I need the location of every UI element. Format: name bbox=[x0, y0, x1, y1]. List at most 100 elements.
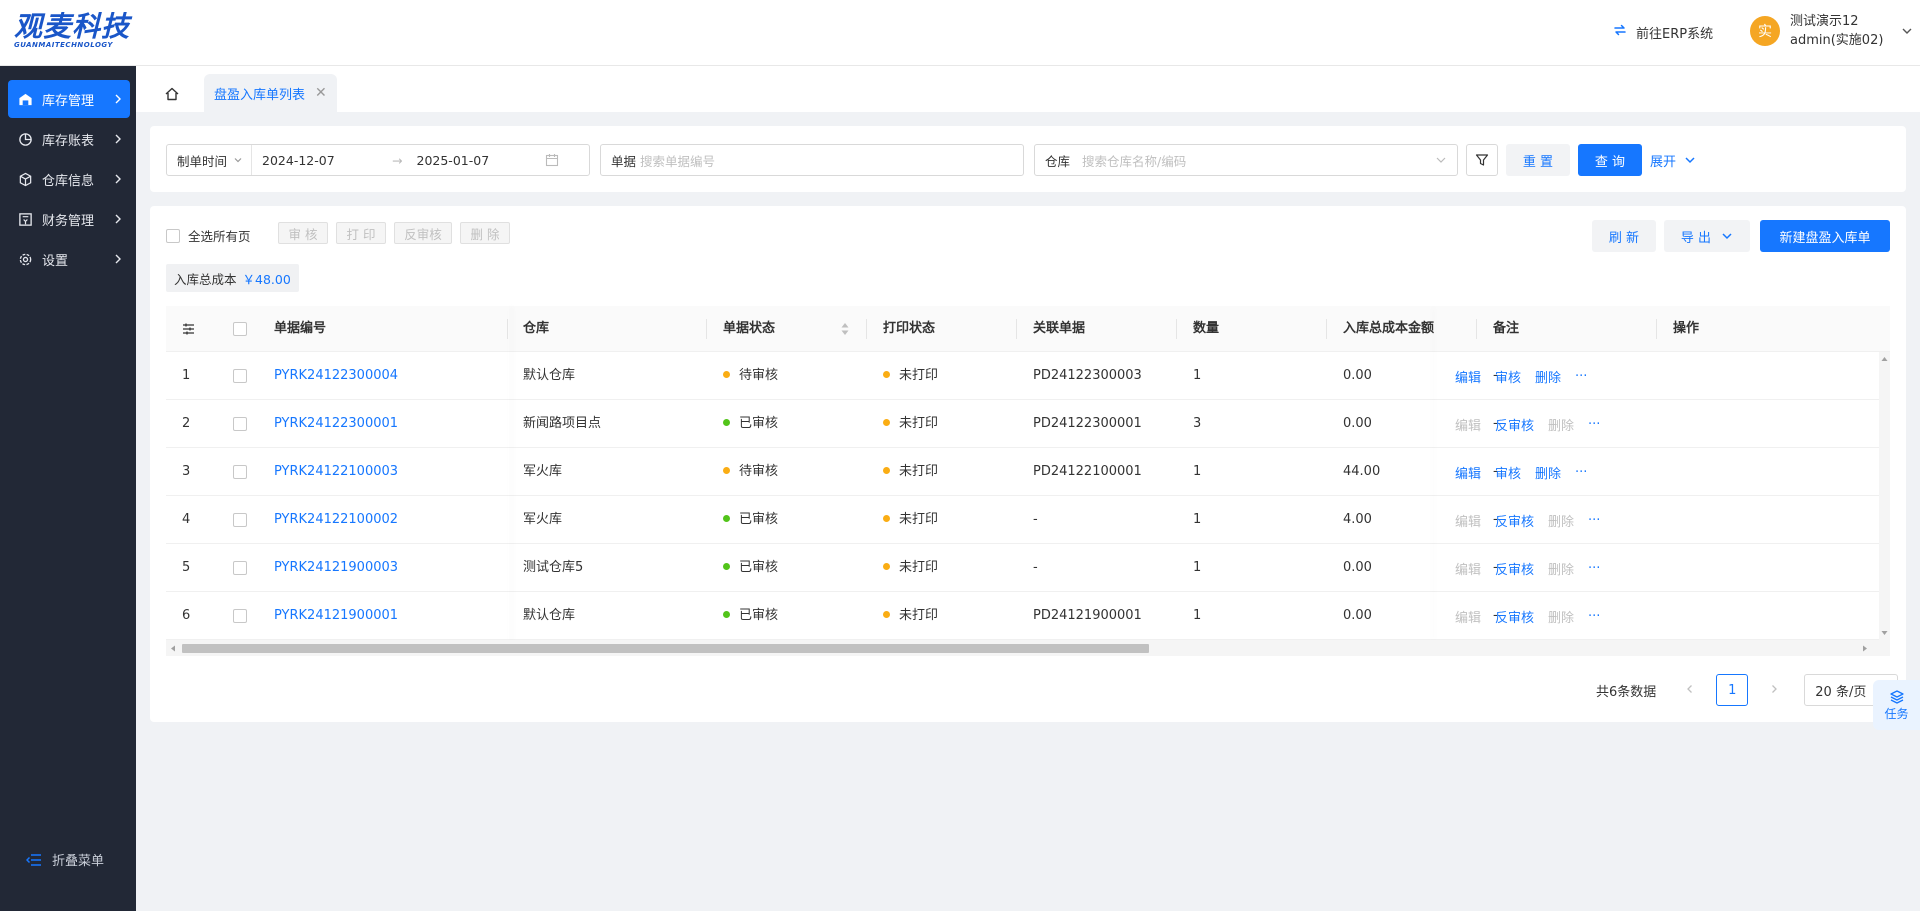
collapse-menu-button[interactable]: 折叠菜单 bbox=[26, 850, 104, 869]
more-actions[interactable]: ··· bbox=[1588, 609, 1600, 624]
date-start-input[interactable]: 2024-12-07 bbox=[262, 153, 392, 168]
cube-icon bbox=[19, 172, 32, 186]
chevron-right-icon bbox=[1772, 684, 1778, 693]
doc-code-link[interactable]: PYRK24121900001 bbox=[274, 592, 398, 640]
tab-stock-gain-list[interactable]: 盘盈入库单列表 ✕ bbox=[204, 74, 337, 112]
fixed-column-shadow bbox=[508, 306, 509, 642]
vertical-scrollbar[interactable] bbox=[1879, 352, 1890, 640]
table-row[interactable]: 6 PYRK24121900001 默认仓库 已审核 未打印 PD24121900001 1… bbox=[166, 592, 1890, 640]
doc-code-link[interactable]: PYRK24122100003 bbox=[274, 448, 398, 496]
refresh-button[interactable]: 刷 新 bbox=[1592, 220, 1656, 252]
warehouse-search-input[interactable]: 搜索仓库名称/编码 bbox=[1082, 151, 1435, 170]
row-checkbox[interactable] bbox=[233, 513, 247, 527]
tab-home[interactable] bbox=[154, 76, 190, 112]
row-checkbox[interactable] bbox=[233, 609, 247, 623]
edit-action[interactable]: 编辑 bbox=[1455, 463, 1481, 482]
scroll-down-icon[interactable] bbox=[1881, 630, 1888, 636]
more-actions[interactable]: ··· bbox=[1588, 417, 1600, 432]
advanced-filter-button[interactable] bbox=[1466, 144, 1498, 176]
table-row[interactable]: 3 PYRK24122100003 军火库 待审核 未打印 PD24122100001 1 4… bbox=[166, 448, 1890, 496]
close-icon[interactable]: ✕ bbox=[315, 85, 327, 101]
table-row[interactable]: 2 PYRK24122300001 新闻路项目点 已审核 未打印 PD2412230000… bbox=[166, 400, 1890, 448]
chevron-down-icon[interactable] bbox=[1901, 25, 1913, 37]
query-button[interactable]: 查 询 bbox=[1578, 144, 1642, 176]
row-index: 6 bbox=[182, 608, 191, 623]
row-checkbox[interactable] bbox=[233, 465, 247, 479]
unaudit-action[interactable]: 反审核 bbox=[1495, 415, 1534, 434]
delete-action[interactable]: 删除 bbox=[1535, 463, 1561, 482]
print-status-text: 未打印 bbox=[899, 416, 939, 431]
date-end-input[interactable]: 2025-01-07 bbox=[417, 153, 545, 168]
scroll-up-icon[interactable] bbox=[1881, 356, 1888, 362]
export-dropdown[interactable]: 导 出 bbox=[1664, 220, 1750, 252]
print-status-dot bbox=[883, 419, 890, 426]
print-status-text: 未打印 bbox=[899, 608, 939, 623]
column-header-status[interactable]: 单据状态 bbox=[723, 306, 775, 352]
next-page-button[interactable] bbox=[1758, 683, 1790, 698]
batch-delete-button[interactable]: 删 除 bbox=[460, 222, 510, 244]
create-stock-gain-button[interactable]: 新建盘盈入库单 bbox=[1760, 220, 1890, 252]
page-number-button[interactable]: 1 bbox=[1716, 674, 1749, 706]
horizontal-scrollbar[interactable] bbox=[166, 640, 1890, 656]
row-checkbox[interactable] bbox=[233, 417, 247, 431]
warehouse-select[interactable]: 仓库 搜索仓库名称/编码 bbox=[1034, 144, 1458, 176]
more-actions[interactable]: ··· bbox=[1588, 513, 1600, 528]
print-status-dot bbox=[883, 467, 890, 474]
table-row[interactable]: 1 PYRK24122300004 默认仓库 待审核 未打印 PD24122300003 1… bbox=[166, 352, 1890, 400]
select-all-pages[interactable]: 全选所有页 bbox=[166, 226, 251, 245]
row-index: 1 bbox=[182, 368, 191, 383]
batch-print-button[interactable]: 打 印 bbox=[336, 222, 386, 244]
expand-filter-toggle[interactable]: 展开 bbox=[1650, 144, 1696, 176]
scroll-right-icon[interactable] bbox=[1862, 645, 1868, 652]
more-actions[interactable]: ··· bbox=[1588, 561, 1600, 576]
date-type-select[interactable]: 制单时间 bbox=[167, 145, 253, 175]
sidebar-item-inventory[interactable]: 库存管理 bbox=[8, 80, 130, 118]
delete-action: 删除 bbox=[1548, 418, 1575, 434]
doc-code-link[interactable]: PYRK24122300004 bbox=[274, 352, 398, 400]
column-settings-icon[interactable] bbox=[182, 323, 195, 335]
unaudit-action[interactable]: 反审核 bbox=[1495, 511, 1534, 530]
status-text: 已审核 bbox=[739, 608, 779, 623]
logo-text: 观麦科技 bbox=[14, 10, 131, 43]
sidebar-item-warehouse-info[interactable]: 仓库信息 bbox=[8, 160, 130, 198]
print-status-dot bbox=[883, 515, 890, 522]
scroll-left-icon[interactable] bbox=[170, 645, 176, 652]
more-actions[interactable]: ··· bbox=[1575, 369, 1587, 384]
unaudit-action[interactable]: 反审核 bbox=[1495, 559, 1534, 578]
audit-action[interactable]: 审核 bbox=[1495, 463, 1521, 482]
calendar-icon[interactable] bbox=[545, 153, 559, 167]
unaudit-action[interactable]: 反审核 bbox=[1495, 607, 1534, 626]
task-float-button[interactable]: 任务 bbox=[1873, 680, 1920, 730]
edit-action[interactable]: 编辑 bbox=[1455, 367, 1481, 386]
batch-unaudit-button[interactable]: 反审核 bbox=[394, 222, 452, 244]
header-checkbox[interactable] bbox=[233, 322, 247, 336]
related-doc-cell: - bbox=[1033, 512, 1038, 527]
doc-search-field[interactable]: 单据 搜索单据编号 bbox=[600, 144, 1024, 176]
doc-code-link[interactable]: PYRK24121900003 bbox=[274, 544, 398, 592]
sidebar-item-settings[interactable]: 设置 bbox=[8, 240, 130, 278]
table-row[interactable]: 4 PYRK24122100002 军火库 已审核 未打印 -1 4.00- 编辑 反审核 删除 ·… bbox=[166, 496, 1890, 544]
sidebar-item-inventory-report[interactable]: 库存账表 bbox=[8, 120, 130, 158]
row-checkbox[interactable] bbox=[233, 561, 247, 575]
horizontal-scroll-thumb[interactable] bbox=[182, 644, 1149, 653]
print-status-text: 未打印 bbox=[899, 464, 939, 479]
prev-page-button[interactable] bbox=[1674, 683, 1706, 698]
sidebar-item-finance[interactable]: 财务管理 bbox=[8, 200, 130, 238]
audit-action[interactable]: 审核 bbox=[1495, 367, 1521, 386]
doc-code-link[interactable]: PYRK24122300001 bbox=[274, 400, 398, 448]
company-logo[interactable]: 观麦科技 GUANMAITECHNOLOGY bbox=[14, 12, 146, 54]
user-menu[interactable]: 实 测试演示12 admin(实施02) bbox=[1750, 12, 1913, 50]
pie-chart-icon bbox=[19, 132, 32, 146]
sort-icon[interactable] bbox=[840, 322, 850, 336]
doc-search-input[interactable]: 搜索单据编号 bbox=[640, 151, 715, 170]
doc-code-link[interactable]: PYRK24122100002 bbox=[274, 496, 398, 544]
column-divider bbox=[1656, 319, 1657, 339]
row-checkbox[interactable] bbox=[233, 369, 247, 383]
more-actions[interactable]: ··· bbox=[1575, 465, 1587, 480]
reset-button[interactable]: 重 置 bbox=[1506, 144, 1570, 176]
table-row[interactable]: 5 PYRK24121900003 测试仓库5 已审核 未打印 -1 0.00- 编辑 反审核删… bbox=[166, 544, 1890, 592]
select-all-checkbox[interactable] bbox=[166, 228, 180, 243]
batch-audit-button[interactable]: 审 核 bbox=[278, 222, 328, 244]
goto-erp-link[interactable]: 前往ERP系统 bbox=[1612, 22, 1713, 42]
delete-action[interactable]: 删除 bbox=[1535, 367, 1561, 386]
